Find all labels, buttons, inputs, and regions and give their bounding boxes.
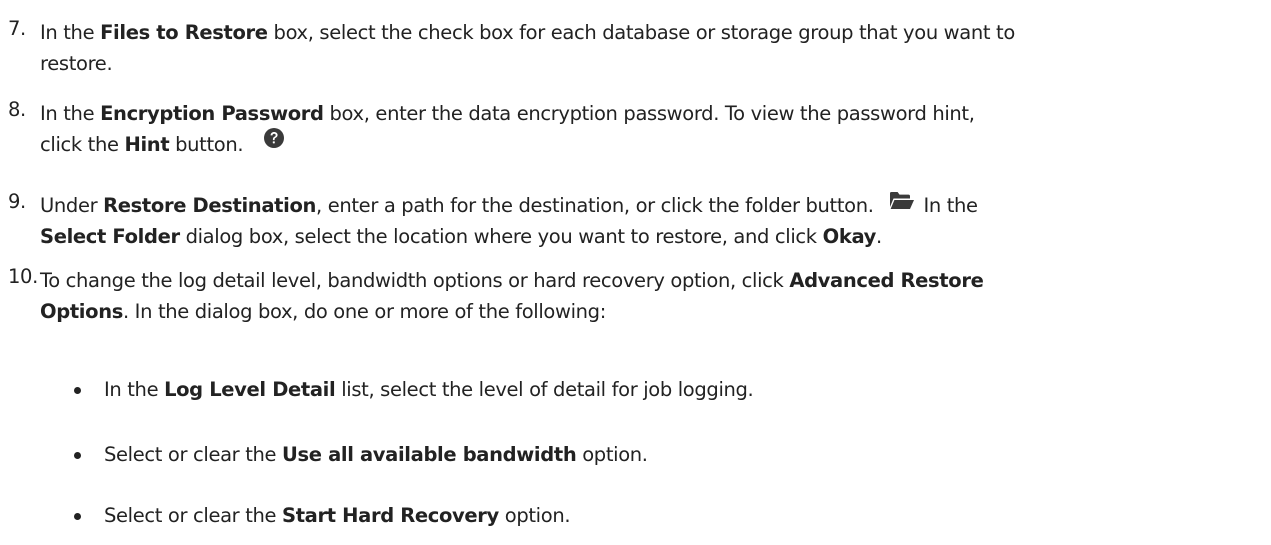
step-text: Under Restore Destination, enter a path … bbox=[40, 190, 1265, 252]
text-run: In the bbox=[923, 194, 978, 217]
step-number: 7. bbox=[8, 17, 26, 40]
ui-term-use-all-available-bandwidth: Use all available bandwidth bbox=[282, 443, 577, 466]
step-number: 10. bbox=[8, 265, 38, 288]
step-number: 8. bbox=[8, 98, 26, 121]
text-run: To change the log detail level, bandwidt… bbox=[40, 269, 790, 292]
ui-term-encryption-password: Encryption Password bbox=[100, 102, 324, 125]
text-run: . In the dialog box, do one or more of t… bbox=[122, 300, 606, 323]
step-number: 9. bbox=[8, 190, 26, 213]
ui-term-files-to-restore: Files to Restore bbox=[100, 21, 268, 44]
bullet-text: In the Log Level Detail list, select the… bbox=[104, 374, 754, 405]
text-run: Select or clear the bbox=[104, 443, 283, 466]
bullet-icon bbox=[74, 452, 81, 459]
bullet-text: Select or clear the Use all available ba… bbox=[104, 439, 648, 470]
ui-term-log-level-detail: Log Level Detail bbox=[164, 378, 336, 401]
text-run: list, select the level of detail for job… bbox=[335, 378, 754, 401]
text-run: restore. bbox=[40, 52, 113, 75]
document: 7. In the Files to Restore box, select t… bbox=[0, 0, 1271, 545]
text-run: box, enter the data encryption password.… bbox=[323, 102, 975, 125]
bullet-text: Select or clear the Start Hard Recovery … bbox=[104, 500, 571, 531]
ui-term-restore-destination: Restore Destination bbox=[103, 194, 317, 217]
text-run: button. bbox=[169, 133, 244, 156]
ui-term-start-hard-recovery: Start Hard Recovery bbox=[282, 504, 499, 527]
ui-term-select-folder: Select Folder bbox=[40, 225, 180, 248]
step-text: In the Encryption Password box, enter th… bbox=[40, 98, 1265, 160]
ui-term-okay: Okay bbox=[822, 225, 877, 248]
text-run: option. bbox=[498, 504, 571, 527]
open-folder-icon bbox=[889, 188, 915, 219]
help-question-icon bbox=[263, 127, 285, 158]
bullet-icon bbox=[74, 387, 81, 394]
text-run: . bbox=[876, 225, 882, 248]
text-run: Select or clear the bbox=[104, 504, 283, 527]
text-run: option. bbox=[576, 443, 648, 466]
step-text: To change the log detail level, bandwidt… bbox=[40, 265, 1265, 327]
text-run: In the bbox=[40, 21, 101, 44]
ui-term-hint: Hint bbox=[124, 133, 170, 156]
text-run: Under bbox=[40, 194, 104, 217]
text-run: , enter a path for the destination, or c… bbox=[316, 194, 874, 217]
text-run: box, select the check box for each datab… bbox=[267, 21, 1016, 44]
bullet-icon bbox=[74, 513, 81, 520]
text-run: click the bbox=[40, 133, 125, 156]
text-run: In the bbox=[104, 378, 165, 401]
step-text: In the Files to Restore box, select the … bbox=[40, 17, 1265, 79]
text-run: In the bbox=[40, 102, 101, 125]
ui-term-options: Options bbox=[40, 300, 123, 323]
text-run: dialog box, select the location where yo… bbox=[179, 225, 823, 248]
ui-term-advanced-restore: Advanced Restore bbox=[789, 269, 984, 292]
